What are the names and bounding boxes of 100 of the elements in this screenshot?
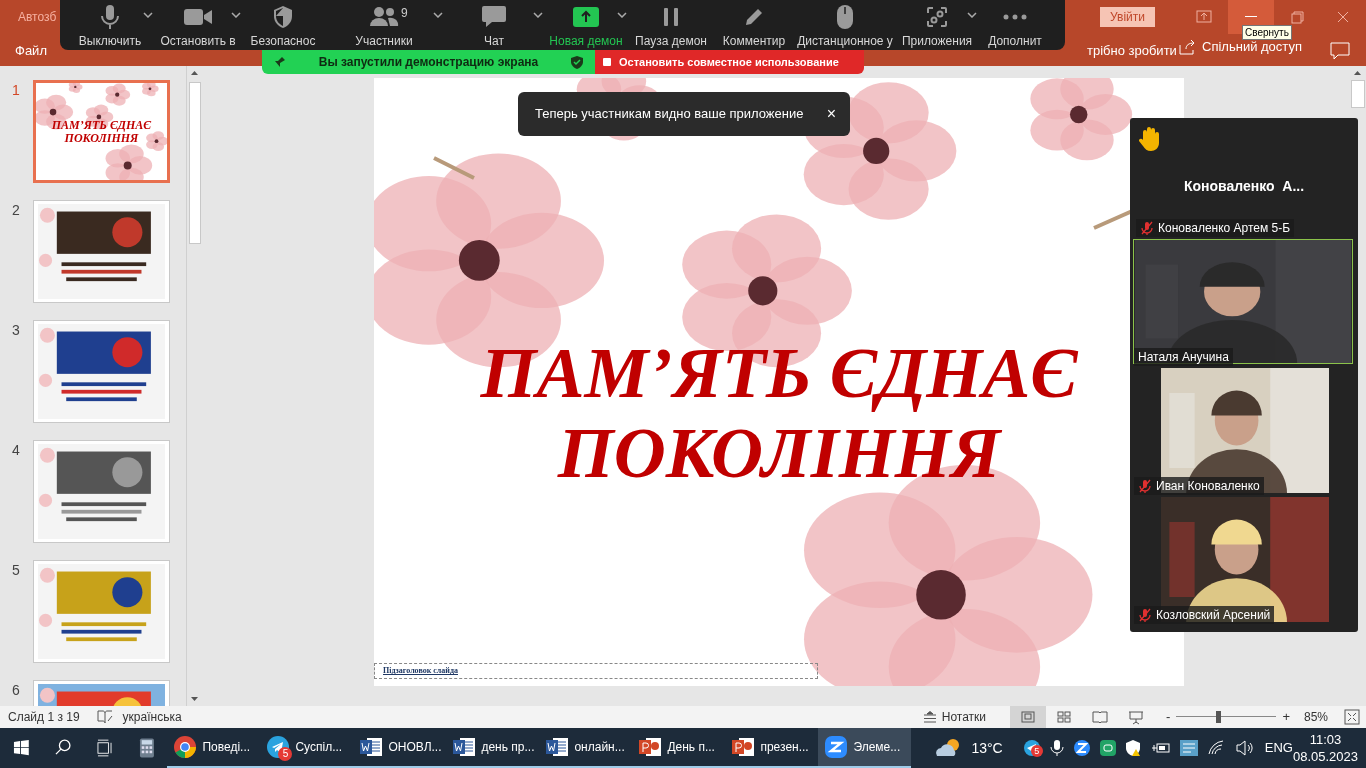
participant-count: 9: [401, 5, 408, 22]
document-icon: [359, 735, 384, 759]
toolbar-button[interactable]: Дополнит: [978, 0, 1052, 50]
slide-title: ПАМ’ЯТЬ ЄДНАЄ: [480, 333, 1078, 413]
stop-sharing-button[interactable]: Остановить совместное использование: [595, 50, 864, 74]
name-label: Козловский Арсений: [1134, 606, 1275, 624]
taskbar-button[interactable]: День п...: [632, 728, 726, 768]
zoom-in-button[interactable]: +: [1282, 707, 1290, 727]
shield-icon: [272, 5, 294, 29]
toolbar-button[interactable]: Приложения: [896, 0, 978, 50]
input-language[interactable]: ENG: [1264, 738, 1293, 758]
shield-warning-icon[interactable]: [1124, 739, 1143, 757]
toast-message: Теперь участникам видно ваше приложение: [535, 105, 804, 124]
fit-slide-icon[interactable]: [1344, 709, 1360, 725]
zoom-out-button[interactable]: -: [1166, 707, 1171, 727]
reading-view-icon: [1091, 709, 1110, 725]
slide-counter: Слайд 1 з 19: [8, 709, 80, 726]
slide-number: 5: [11, 561, 21, 580]
toolbar-button[interactable]: Выключить: [66, 0, 154, 50]
app-icon[interactable]: [1098, 739, 1117, 757]
view-button[interactable]: [1010, 706, 1047, 728]
close-button[interactable]: ×: [826, 102, 836, 126]
pin-icon[interactable]: [274, 56, 286, 68]
comment-icon[interactable]: [1330, 42, 1350, 60]
toolbar-button[interactable]: Остановить в: [154, 0, 242, 50]
taskbar-button[interactable]: Поведі...: [167, 728, 261, 768]
tooltip: Свернуть: [1242, 25, 1292, 40]
toolbar-button[interactable]: Комментир: [714, 0, 794, 50]
toolbar-button[interactable]: Чат: [444, 0, 544, 50]
clock-time[interactable]: 11:03: [1309, 731, 1342, 748]
language-label[interactable]: українська: [122, 708, 182, 726]
spellcheck-icon[interactable]: [95, 709, 114, 725]
branch-drawing: [433, 156, 475, 180]
slide-number: 1: [11, 81, 21, 100]
subtitle-text: Підзаголовок слайда: [383, 665, 458, 677]
toolbar-button[interactable]: Новая демон: [544, 0, 628, 50]
thumbnail-title: ПАМ’ЯТЬ ЄДНАЄ ПОКОЛІННЯ: [50, 118, 153, 145]
toolbar-button[interactable]: 9 Участники: [324, 0, 444, 50]
stop-icon: [603, 58, 611, 66]
document-icon: [545, 735, 570, 759]
pencil-icon: [743, 6, 765, 28]
presentation-icon: [731, 735, 756, 759]
apps-icon: [925, 5, 949, 29]
name-label: Коноваленко Артем 5-Б: [1136, 219, 1295, 237]
taskbar-button[interactable]: онлайн...: [539, 728, 633, 768]
slide-number: 4: [11, 441, 21, 460]
zoom-level: 85%: [1303, 709, 1328, 726]
slide-number: 6: [11, 681, 21, 700]
participant-name: Коноваленко А...: [1183, 177, 1305, 196]
minimize-icon: [1245, 16, 1257, 18]
caret-icon[interactable]: [231, 12, 241, 18]
people-icon: [369, 6, 399, 28]
weather-button[interactable]: 13°C: [933, 736, 1003, 760]
slide-thumbnail[interactable]: ПАМ’ЯТЬ ЄДНАЄ ПОКОЛІННЯ: [33, 80, 170, 183]
taskbar-button[interactable]: ОНОВЛ...: [353, 728, 447, 768]
name-label: Наталя Анучина: [1134, 348, 1233, 366]
tell-me-field[interactable]: трібно зробити: [1086, 40, 1177, 60]
caret-icon[interactable]: [967, 12, 977, 18]
slide-number: 3: [11, 321, 21, 340]
taskbar-button[interactable]: 5 Суспіл...: [260, 728, 354, 768]
toolbar-button[interactable]: Дистанционное у: [794, 0, 896, 50]
mouse-icon: [836, 4, 854, 30]
microphone-icon[interactable]: [1048, 739, 1065, 757]
toolbar-button[interactable]: Безопаснос: [242, 0, 324, 50]
shield-check-icon: [571, 55, 583, 69]
slide-number: 2: [11, 201, 21, 220]
window-title: Автозб: [18, 9, 57, 26]
chrome-icon: [173, 735, 198, 759]
pause-icon: [662, 7, 680, 27]
microphone-icon: [100, 4, 120, 30]
toolbar-button[interactable]: Пауза демон: [628, 0, 714, 50]
subtitle-placeholder[interactable]: Підзаголовок слайда: [374, 663, 818, 679]
sorter-view-icon: [1055, 709, 1074, 725]
taskbar-button[interactable]: Элеме...: [818, 728, 912, 768]
name-label: Иван Коноваленко: [1134, 477, 1264, 495]
presentation-icon: [638, 735, 663, 759]
share-icon: [1178, 39, 1197, 55]
slideshow-view-icon: [1127, 709, 1146, 725]
slide-title: ПОКОЛІННЯ: [557, 413, 1001, 493]
document-icon: [452, 735, 477, 759]
notes-icon: [922, 711, 937, 723]
caret-icon[interactable]: [143, 12, 153, 18]
volume-icon[interactable]: [1234, 739, 1255, 757]
scrollbar[interactable]: [186, 66, 203, 706]
notes-button[interactable]: Нотатки: [918, 708, 991, 726]
slider-thumb[interactable]: [1216, 711, 1222, 723]
file-tab[interactable]: Файл: [15, 40, 47, 60]
sharing-status-text: Вы запустили демонстрацию экрана: [317, 54, 540, 71]
caret-icon[interactable]: [617, 12, 627, 18]
scrollbar-thumb[interactable]: [189, 82, 201, 244]
taskbar-button[interactable]: день пр...: [446, 728, 540, 768]
caret-icon[interactable]: [533, 12, 543, 18]
caret-icon[interactable]: [433, 12, 443, 18]
clock-date[interactable]: 08.05.2023: [1292, 748, 1358, 765]
zoom-slider[interactable]: [1176, 711, 1277, 723]
notification-badge: 5: [278, 747, 293, 761]
more-icon: [1003, 14, 1027, 20]
speech-bubble-icon: [481, 5, 507, 29]
scrollbar-thumb[interactable]: [1351, 80, 1365, 108]
normal-view-icon: [1019, 709, 1038, 725]
